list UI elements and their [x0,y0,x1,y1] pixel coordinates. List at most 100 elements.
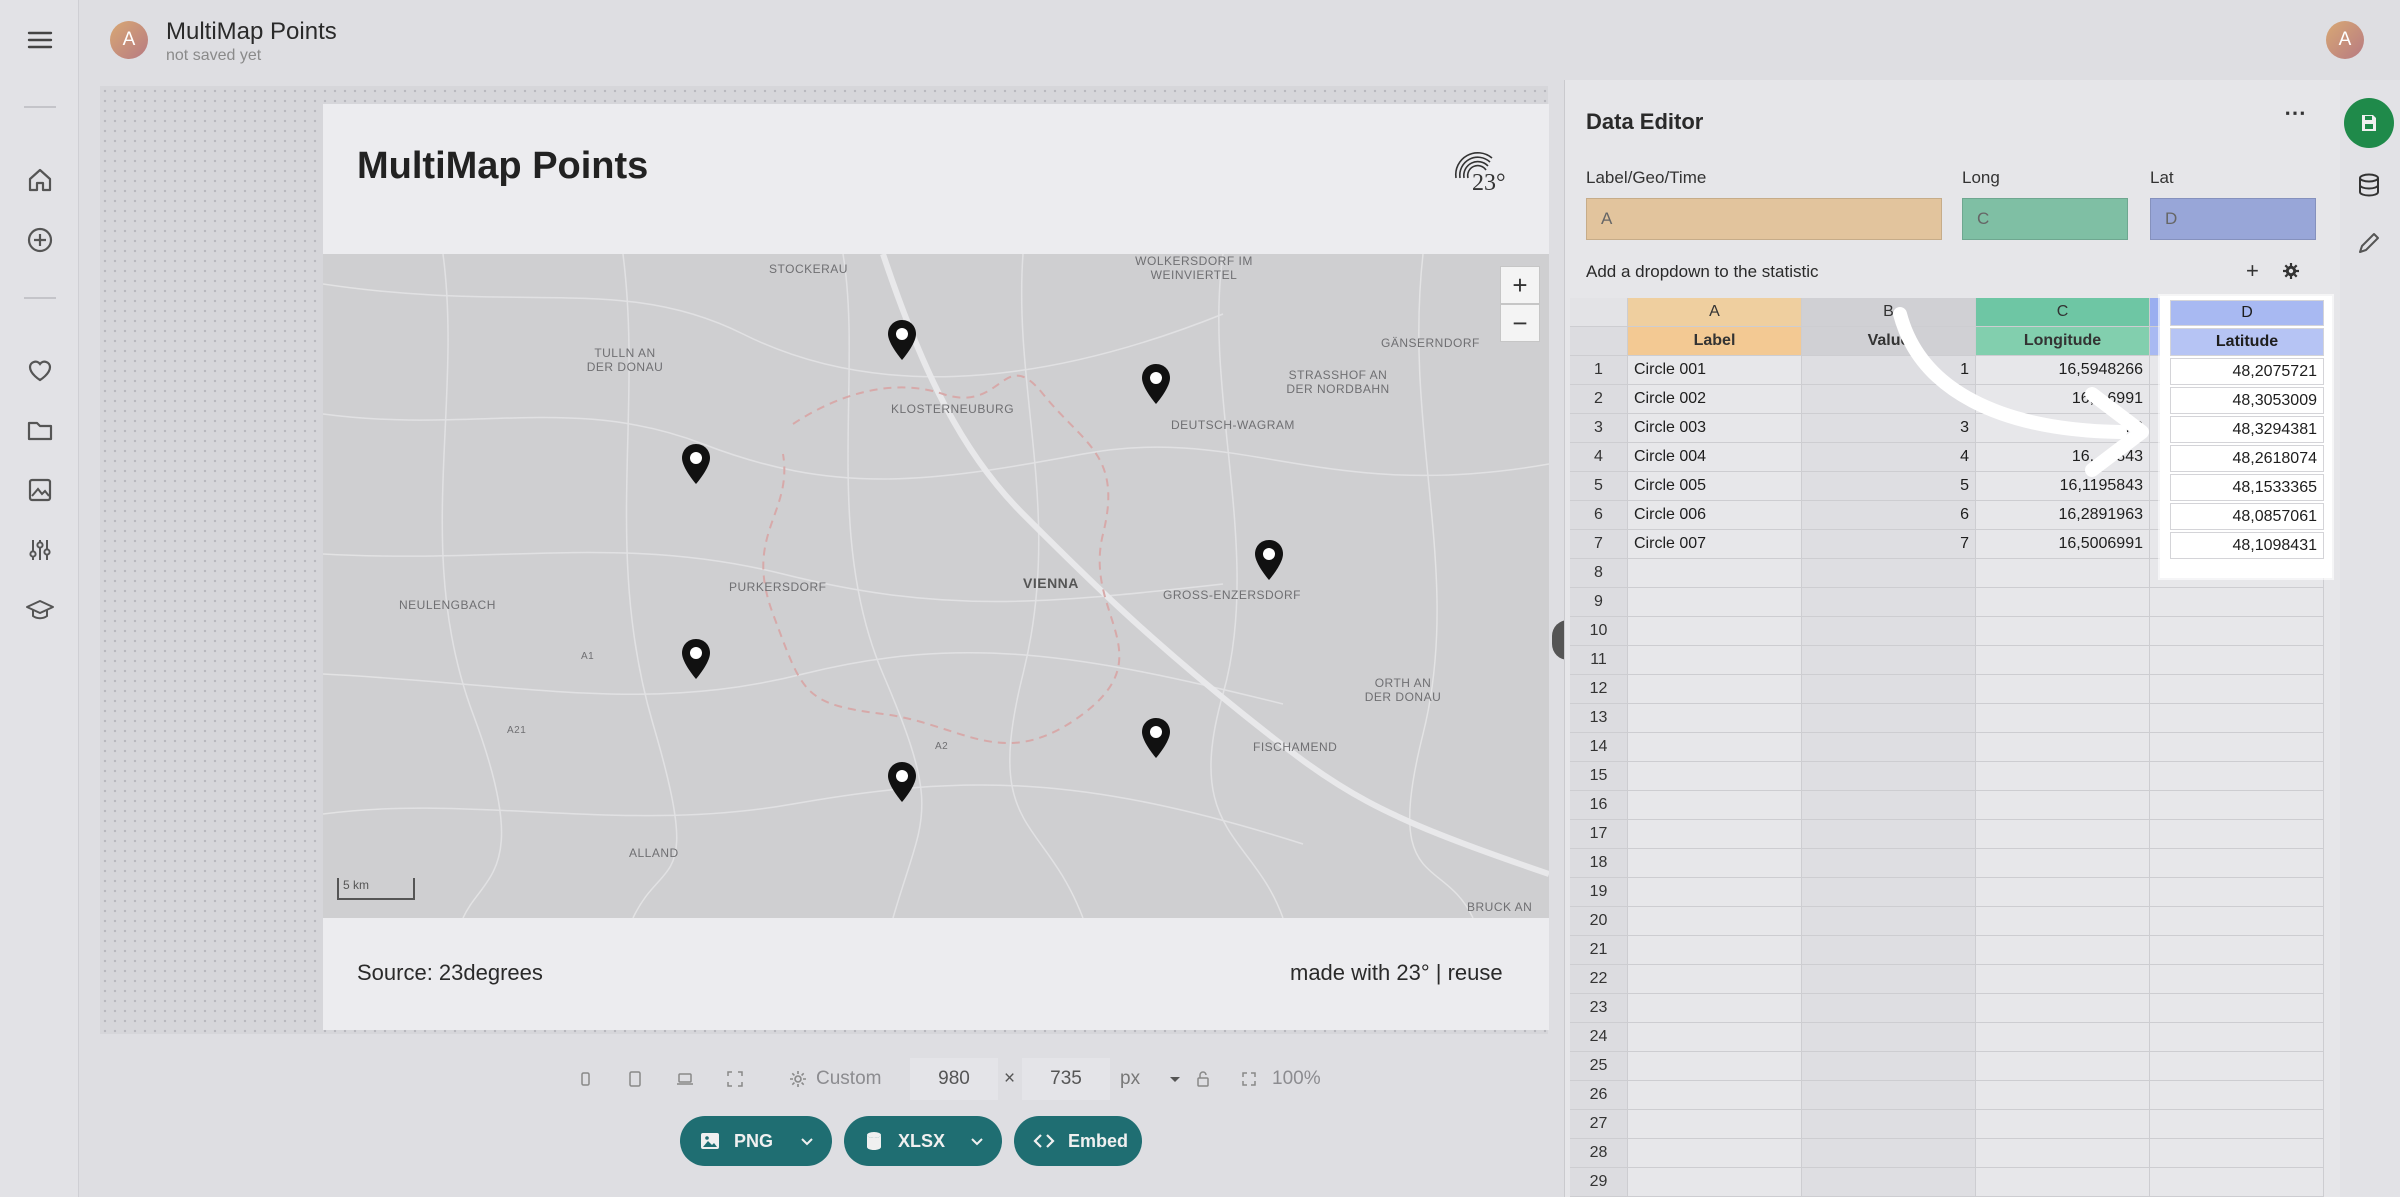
row-number[interactable]: 19 [1570,878,1628,907]
folder-icon[interactable] [24,414,56,446]
table-cell[interactable] [2150,907,2324,936]
table-cell[interactable] [2150,588,2324,617]
latitude-header[interactable]: Latitude [2170,328,2324,356]
table-cell[interactable] [2150,1168,2324,1197]
row-number[interactable]: 10 [1570,617,1628,646]
table-cell[interactable] [1802,762,1976,791]
user-avatar[interactable]: A [2326,21,2364,59]
row-number[interactable]: 21 [1570,936,1628,965]
lock-icon[interactable] [1192,1068,1214,1090]
add-icon[interactable] [24,224,56,256]
table-cell[interactable] [1802,1023,1976,1052]
table-cell[interactable] [1802,1052,1976,1081]
fullscreen-icon[interactable] [724,1068,746,1090]
table-cell[interactable] [1628,907,1802,936]
table-cell[interactable] [1628,1168,1802,1197]
table-cell[interactable] [1628,965,1802,994]
table-cell[interactable] [2150,1052,2324,1081]
table-cell[interactable] [1976,617,2150,646]
table-cell[interactable] [1976,936,2150,965]
table-cell[interactable] [1628,1052,1802,1081]
table-cell[interactable] [1976,1023,2150,1052]
chevron-down-icon[interactable] [1164,1068,1186,1090]
table-cell[interactable] [1802,965,1976,994]
table-cell[interactable]: Circle 006 [1628,501,1802,530]
table-cell[interactable] [1802,820,1976,849]
table-cell[interactable] [2150,965,2324,994]
table-cell[interactable] [1802,849,1976,878]
table-cell[interactable] [1628,646,1802,675]
column-letter-a[interactable]: A [1628,298,1802,327]
doc-title[interactable]: MultiMap Points [166,18,337,46]
table-cell[interactable] [2150,762,2324,791]
table-cell[interactable] [1976,762,2150,791]
table-cell[interactable] [2150,1110,2324,1139]
table-cell[interactable]: Circle 005 [1628,472,1802,501]
height-input[interactable]: 735 [1022,1058,1110,1100]
table-cell[interactable] [1802,1168,1976,1197]
table-cell[interactable] [2150,820,2324,849]
made-with-credit[interactable]: made with 23° | reuse [1290,960,1503,986]
zoom-out-button[interactable]: − [1500,304,1540,342]
table-cell[interactable] [1802,936,1976,965]
column-letter-d[interactable]: D [2170,300,2324,326]
table-cell[interactable] [1802,733,1976,762]
row-number[interactable]: 18 [1570,849,1628,878]
row-number[interactable]: 16 [1570,791,1628,820]
table-cell[interactable] [2150,1139,2324,1168]
table-cell[interactable] [2150,617,2324,646]
table-cell[interactable] [1976,1168,2150,1197]
table-cell[interactable] [1802,559,1976,588]
table-cell[interactable] [2150,733,2324,762]
size-preset-select[interactable]: Custom [816,1068,881,1090]
table-cell[interactable] [1802,791,1976,820]
table-cell[interactable] [1628,617,1802,646]
table-cell[interactable] [1976,588,2150,617]
table-cell[interactable] [1628,820,1802,849]
zoom-level[interactable]: 100% [1272,1068,1321,1090]
table-cell[interactable] [2150,936,2324,965]
sliders-icon[interactable] [24,534,56,566]
table-cell[interactable] [1976,907,2150,936]
table-cell[interactable] [1802,1139,1976,1168]
pencil-icon[interactable] [2354,228,2384,258]
long-mapping-field[interactable]: C [1962,198,2128,240]
row-number[interactable]: 9 [1570,588,1628,617]
table-cell[interactable] [1628,675,1802,704]
row-number[interactable]: 4 [1570,443,1628,472]
table-cell[interactable] [1628,1023,1802,1052]
map-pin-icon[interactable] [1252,538,1286,582]
table-cell[interactable] [1628,704,1802,733]
table-cell[interactable] [2150,1081,2324,1110]
gear-icon[interactable] [2280,260,2302,282]
home-icon[interactable] [24,164,56,196]
row-number[interactable]: 2 [1570,385,1628,414]
gear-icon[interactable] [787,1068,809,1090]
table-cell[interactable]: 16,5006991 [1976,530,2150,559]
row-number[interactable]: 8 [1570,559,1628,588]
table-cell[interactable] [1628,849,1802,878]
row-number[interactable]: 12 [1570,675,1628,704]
table-cell[interactable] [1976,675,2150,704]
table-cell[interactable] [2150,791,2324,820]
table-cell[interactable] [1802,675,1976,704]
table-cell[interactable] [1628,1139,1802,1168]
table-cell[interactable] [1976,1052,2150,1081]
table-cell[interactable] [1976,1110,2150,1139]
table-cell[interactable] [1628,936,1802,965]
table-cell[interactable] [2150,704,2324,733]
map-pin-icon[interactable] [885,318,919,362]
row-number[interactable]: 15 [1570,762,1628,791]
table-cell[interactable] [1628,1081,1802,1110]
row-number[interactable]: 6 [1570,501,1628,530]
save-button[interactable] [2344,98,2394,148]
row-number[interactable]: 13 [1570,704,1628,733]
map-pin-icon[interactable] [1139,362,1173,406]
table-cell[interactable] [2150,646,2324,675]
latitude-cell[interactable]: 48,3053009 [2170,387,2324,414]
latitude-cell[interactable]: 48,2618074 [2170,445,2324,472]
row-number[interactable]: 5 [1570,472,1628,501]
table-cell[interactable] [1802,878,1976,907]
row-number[interactable]: 14 [1570,733,1628,762]
table-cell[interactable] [1976,559,2150,588]
